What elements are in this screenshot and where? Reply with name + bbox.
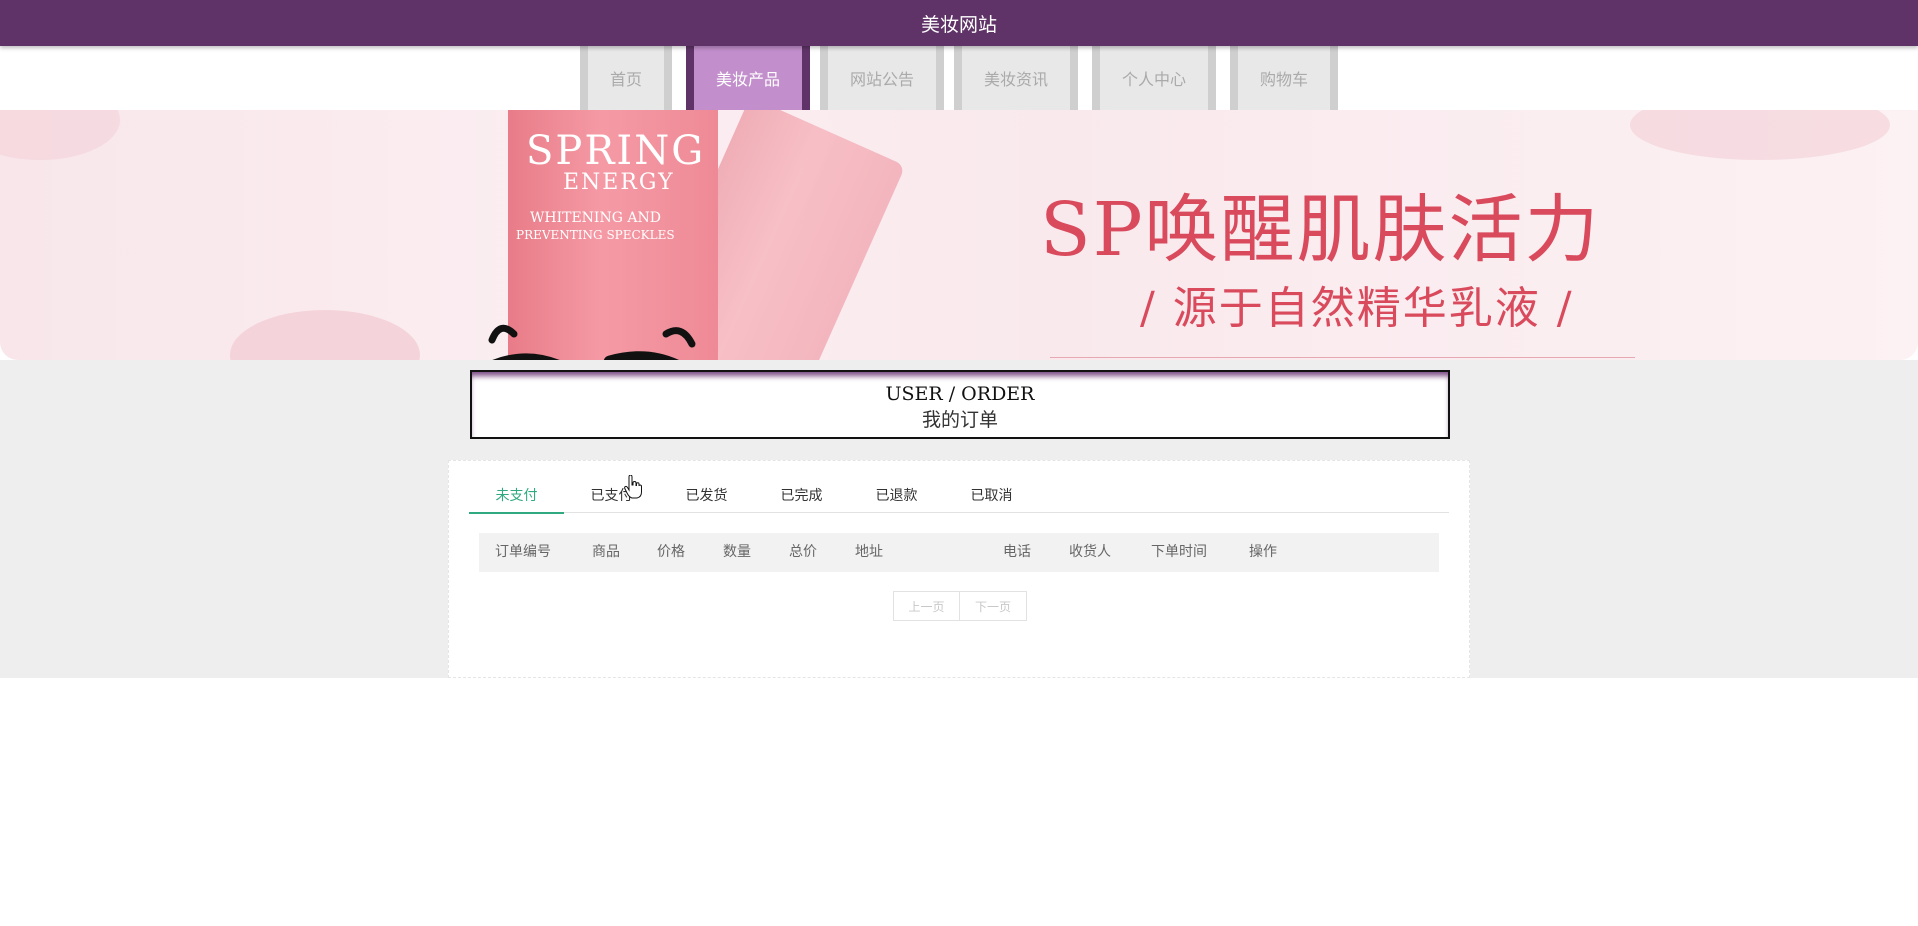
column-header: 下单时间 — [1151, 544, 1207, 560]
tab-label: 已完成 — [780, 488, 823, 504]
column-header: 收货人 — [1069, 544, 1111, 560]
tab-label: 已取消 — [970, 488, 1013, 504]
tab-paid[interactable]: 已支付 — [564, 477, 659, 513]
nav-item-label: 美妆资讯 — [983, 70, 1048, 89]
tab-label: 未支付 — [495, 487, 538, 504]
column-header: 电话 — [1003, 544, 1031, 560]
tube-sub-text: ENERGY — [563, 170, 675, 195]
column-header: 数量 — [723, 544, 751, 560]
tube-line-text: PREVENTING SPECKLES — [516, 228, 675, 242]
tube-brand-text: SPRING — [526, 128, 706, 174]
promo-banner[interactable]: SPRING ENERGY WHITENING AND PREVENTING S… — [0, 110, 1918, 360]
nav-item-label: 美妆产品 — [715, 70, 780, 89]
tab-shipped[interactable]: 已发货 — [659, 477, 754, 513]
nav-item-label: 个人中心 — [1121, 70, 1186, 89]
nav-item-news[interactable]: 美妆资讯 — [954, 46, 1078, 110]
column-header: 商品 — [592, 544, 620, 560]
tube-line-text: WHITENING AND — [530, 210, 661, 226]
banner-subline: / 源于自然精华乳液 / — [1140, 283, 1574, 334]
column-header: 操作 — [1249, 544, 1277, 560]
section-title-cn: 我的订单 — [921, 409, 998, 431]
prev-page-button[interactable]: 上一页 — [893, 591, 960, 621]
order-status-tabs: 未支付 已支付 已发货 已完成 已退款 已取消 — [469, 477, 1449, 514]
tab-label: 已发货 — [685, 488, 728, 504]
pagination: 上一页 下一页 — [893, 591, 1027, 621]
face-doodle-icon — [488, 324, 696, 360]
column-header: 地址 — [855, 544, 883, 560]
tab-label: 已退款 — [875, 488, 918, 504]
nav-item-user-center[interactable]: 个人中心 — [1092, 46, 1216, 110]
banner-headline: SP唤醒肌肤活力 — [1040, 187, 1601, 273]
main-nav: 首页 美妆产品 网站公告 美妆资讯 个人中心 购物车 — [0, 46, 1918, 110]
next-page-button[interactable]: 下一页 — [960, 591, 1027, 621]
banner-divider — [1050, 357, 1635, 358]
site-title: 美妆网站 — [920, 13, 997, 36]
tab-refunded[interactable]: 已退款 — [849, 477, 944, 513]
nav-item-label: 购物车 — [1259, 70, 1308, 89]
tab-unpaid[interactable]: 未支付 — [469, 477, 564, 514]
section-title-en: USER / ORDER — [885, 383, 1035, 405]
tab-cancelled[interactable]: 已取消 — [944, 477, 1039, 513]
column-header: 价格 — [657, 544, 685, 560]
petal-decoration — [0, 110, 120, 160]
order-table-header: 订单编号 商品 价格 数量 总价 地址 电话 收货人 下单时间 操作 — [479, 533, 1439, 572]
nav-item-label: 首页 — [609, 70, 642, 89]
column-header: 订单编号 — [495, 544, 551, 560]
hand-cursor-icon — [624, 475, 642, 499]
column-header: 总价 — [789, 544, 817, 560]
section-title-box: USER / ORDER 我的订单 — [470, 370, 1450, 439]
tab-completed[interactable]: 已完成 — [754, 477, 849, 513]
nav-item-label: 网站公告 — [849, 70, 914, 89]
order-panel: 未支付 已支付 已发货 已完成 已退款 已取消 订单编号 商品 价格 数量 总价… — [448, 460, 1470, 678]
petal-decoration — [230, 310, 420, 360]
nav-item-cart[interactable]: 购物车 — [1230, 46, 1338, 110]
nav-item-products[interactable]: 美妆产品 — [686, 46, 810, 110]
nav-item-announcements[interactable]: 网站公告 — [820, 46, 944, 110]
petal-decoration — [1630, 110, 1890, 160]
nav-item-home[interactable]: 首页 — [580, 46, 672, 110]
site-header: 美妆网站 — [0, 0, 1918, 46]
